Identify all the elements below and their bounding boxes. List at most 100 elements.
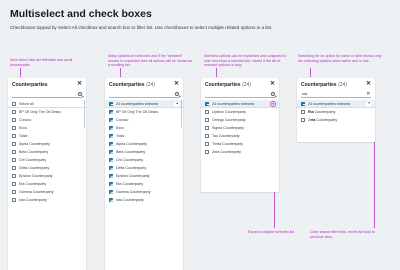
checkbox[interactable] [109, 157, 114, 162]
list-item[interactable]: Delta Counterparty [8, 164, 86, 172]
list-item[interactable]: Gamma Counterparty [105, 188, 183, 196]
checkbox[interactable] [109, 117, 114, 122]
list-item[interactable]: BP Oil Only The Oil Desks [105, 108, 183, 116]
list-item[interactable]: Epsilon Counterparty [105, 172, 183, 180]
list-item[interactable]: Conoco [8, 116, 86, 124]
list-item[interactable]: Eta Counterparty [105, 180, 183, 188]
checkbox[interactable] [109, 197, 114, 202]
selected-summary-row[interactable]: 24 counterparties selected ▾ [201, 100, 279, 108]
checkbox[interactable] [12, 109, 17, 114]
select-all-checkbox[interactable] [205, 101, 210, 106]
note-filterable: Multi select lists are filterable and sc… [10, 58, 73, 67]
note-search: Searching for an option by name or label… [298, 54, 382, 63]
checkbox[interactable] [12, 149, 17, 154]
list-item[interactable]: Beta Counterparty [8, 148, 86, 156]
list-item[interactable]: Theta Counterparty [201, 140, 279, 148]
checkbox[interactable] [109, 149, 114, 154]
option-list: 24 counterparties selected ▾ Upsilon Coun… [201, 100, 279, 156]
scrollbar[interactable] [180, 100, 182, 128]
note-leader [120, 68, 121, 77]
close-icon[interactable]: ✕ [77, 81, 82, 87]
search-input[interactable]: eta ✕ [301, 91, 371, 98]
checkbox[interactable] [12, 189, 17, 194]
note-expand-collapse: Selected options can be expanded and col… [204, 54, 287, 68]
checkbox[interactable] [205, 149, 210, 154]
selected-summary-row[interactable]: 24 counterparties selected ▾ [297, 100, 375, 108]
scrollbar[interactable] [83, 100, 85, 128]
list-item[interactable]: BP Oil Only The Oil Desks [8, 108, 86, 116]
list-item[interactable]: Chi Counterparty [105, 156, 183, 164]
list-item[interactable]: Tau Counterparty [201, 132, 279, 140]
checkbox[interactable] [12, 117, 17, 122]
list-item[interactable]: Iota Counterparty [105, 196, 183, 204]
list-item[interactable]: Beta Counterparty [105, 148, 183, 156]
list-item[interactable]: Epsilon Counterparty [8, 172, 86, 180]
checkbox[interactable] [12, 133, 17, 138]
checkbox[interactable] [109, 109, 114, 114]
list-item[interactable]: Exxo [105, 124, 183, 132]
list-item[interactable]: Conoco [105, 116, 183, 124]
list-item[interactable]: Alpha Counterparty [105, 140, 183, 148]
chevron-up-icon[interactable]: ▴ [174, 101, 180, 107]
search-input[interactable] [205, 91, 275, 98]
search-icon [270, 91, 275, 96]
list-item[interactable]: Eta Counterparty [297, 108, 375, 116]
list-item[interactable]: Iota Counterparty [8, 196, 86, 204]
search-icon [77, 91, 82, 96]
checkbox[interactable] [205, 133, 210, 138]
checkbox[interactable] [12, 197, 17, 202]
list-item[interactable]: Tolza [105, 132, 183, 140]
search-input[interactable] [109, 91, 179, 98]
note-expand-collapse-list: Expand collapse selected list [248, 230, 295, 234]
select-all-row[interactable]: Select all [8, 100, 86, 108]
chevron-down-icon[interactable]: ▾ [366, 101, 372, 107]
list-item[interactable]: Gamma Counterparty [8, 188, 86, 196]
list-item[interactable]: Zeta Counterparty [297, 116, 375, 124]
select-all-checkbox[interactable] [12, 101, 17, 106]
clear-icon[interactable]: ✕ [366, 91, 370, 98]
close-icon[interactable]: ✕ [270, 81, 275, 87]
selected-summary-row[interactable]: 24 counterparties selected ▴ [105, 100, 183, 108]
checkbox[interactable] [205, 125, 210, 130]
chevron-down-icon[interactable]: ▾ [270, 101, 276, 107]
select-all-checkbox[interactable] [301, 101, 306, 106]
search-input[interactable] [12, 91, 82, 98]
list-item[interactable]: Sigma Counterparty [201, 124, 279, 132]
checkbox[interactable] [109, 189, 114, 194]
checkbox[interactable] [205, 117, 210, 122]
note-clear-search: Clear search filter field, revert list b… [310, 230, 375, 239]
list-item[interactable]: Eta Counterparty [8, 180, 86, 188]
list-item[interactable]: Delta Counterparty [105, 164, 183, 172]
checkbox[interactable] [12, 173, 17, 178]
checkbox[interactable] [301, 109, 306, 114]
list-item[interactable]: Zeta Counterparty [201, 148, 279, 156]
checkbox[interactable] [12, 157, 17, 162]
list-item[interactable]: Omega Counterparty [201, 116, 279, 124]
checkbox[interactable] [109, 125, 114, 130]
checkbox[interactable] [12, 125, 17, 130]
list-item[interactable]: Upsilon Counterparty [201, 108, 279, 116]
checkbox[interactable] [12, 165, 17, 170]
close-icon[interactable]: ✕ [366, 81, 371, 87]
checkbox[interactable] [205, 109, 210, 114]
note-leader [310, 68, 311, 77]
list-item[interactable]: Exxo [8, 124, 86, 132]
checkbox[interactable] [301, 117, 306, 122]
checkbox[interactable] [205, 141, 210, 146]
select-all-checkbox[interactable] [109, 101, 114, 106]
checkbox[interactable] [109, 165, 114, 170]
checkbox[interactable] [12, 141, 17, 146]
list-item[interactable]: Chi Counterparty [8, 156, 86, 164]
checkbox[interactable] [109, 141, 114, 146]
multiselect-panel: Counterparties (24) ✕ 24 counterparties s… [105, 78, 183, 270]
page-title: Multiselect and check boxes [10, 8, 152, 20]
close-icon[interactable]: ✕ [174, 81, 179, 87]
multiselect-panel: Counterparties ✕ Select all BP Oil Only … [8, 78, 86, 270]
checkbox[interactable] [109, 181, 114, 186]
checkbox[interactable] [109, 133, 114, 138]
option-list: 24 counterparties selected ▴ BP Oil Only … [105, 100, 183, 204]
list-item[interactable]: Tolza [8, 132, 86, 140]
list-item[interactable]: Alpha Counterparty [8, 140, 86, 148]
checkbox[interactable] [12, 181, 17, 186]
checkbox[interactable] [109, 173, 114, 178]
